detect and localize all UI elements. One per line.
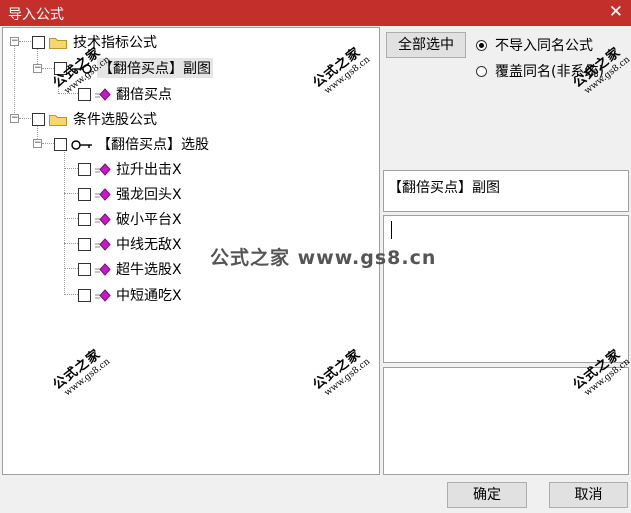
note-box — [383, 367, 629, 475]
cancel-button[interactable]: 取消 — [549, 482, 628, 508]
tree-line — [42, 68, 54, 69]
collapse-icon[interactable]: − — [10, 37, 19, 46]
tree-item-label: 拉升出击X — [116, 162, 182, 178]
tree-item-label: 中线无敌X — [116, 237, 182, 253]
tree-item-subformula[interactable]: 拉升出击X — [78, 158, 182, 180]
gem-icon — [95, 212, 111, 226]
checkbox[interactable] — [78, 262, 91, 276]
text-caret — [391, 221, 392, 239]
tree-item-label: 【翻倍买点】选股 — [97, 137, 209, 153]
tree-item-subformula[interactable]: 超牛选股X — [78, 258, 182, 280]
checkbox[interactable] — [78, 237, 91, 251]
checkbox[interactable] — [78, 187, 91, 201]
checkbox[interactable] — [54, 137, 67, 151]
radio-overwrite-same-name[interactable]: 覆盖同名(非系统) — [476, 61, 604, 81]
gem-icon — [95, 162, 111, 176]
tree-line — [64, 268, 78, 269]
tree-item-formula[interactable]: 【翻倍买点】副图 — [54, 57, 213, 79]
description-textarea[interactable] — [383, 215, 629, 363]
tree-line — [64, 218, 78, 219]
checkbox[interactable] — [32, 112, 45, 126]
radio-dot[interactable] — [476, 39, 487, 51]
tree-item-label: 中短通吃X — [116, 288, 182, 304]
tree-item-label: 【翻倍买点】副图 — [97, 58, 213, 78]
checkbox[interactable] — [78, 288, 91, 302]
gem-icon — [95, 87, 111, 101]
key-icon — [71, 138, 93, 151]
tree-line — [64, 294, 78, 295]
tree-item-group1[interactable]: 技术指标公式 — [32, 31, 157, 53]
window-title: 导入公式 — [8, 7, 64, 23]
checkbox[interactable] — [54, 61, 67, 75]
tree-line — [64, 150, 65, 295]
tree-item-label: 破小平台X — [116, 212, 182, 228]
radio-skip-same-name[interactable]: 不导入同名公式 — [476, 35, 593, 55]
checkbox[interactable] — [78, 87, 91, 101]
tree-line — [58, 93, 78, 94]
gem-icon — [95, 187, 111, 201]
tree-line — [19, 41, 33, 42]
tree-item-label: 超牛选股X — [116, 262, 182, 278]
folder-icon — [49, 113, 67, 126]
formula-name-box: 【翻倍买点】副图 — [383, 170, 629, 212]
key-icon — [71, 62, 93, 75]
tree-item-label: 翻倍买点 — [116, 87, 172, 103]
tree-line — [64, 193, 78, 194]
collapse-icon[interactable]: − — [33, 64, 42, 73]
tree-item-subformula[interactable]: 中短通吃X — [78, 284, 182, 306]
tree-item-subformula[interactable]: 强龙回头X — [78, 183, 182, 205]
close-icon[interactable]: ✕ — [609, 2, 623, 22]
radio-label: 覆盖同名(非系统) — [495, 64, 604, 80]
tree-item-formula[interactable]: 【翻倍买点】选股 — [54, 133, 209, 155]
tree-line — [64, 243, 78, 244]
collapse-icon[interactable]: − — [33, 139, 42, 148]
tree-item-label: 条件选股公式 — [73, 112, 157, 128]
tree-item-label: 强龙回头X — [116, 187, 182, 203]
tree-item-label: 技术指标公式 — [73, 35, 157, 51]
tree-item-subformula[interactable]: 中线无敌X — [78, 233, 182, 255]
checkbox[interactable] — [78, 162, 91, 176]
formula-name-text: 【翻倍买点】副图 — [388, 180, 500, 196]
tree-line — [64, 168, 78, 169]
gem-icon — [95, 262, 111, 276]
center-watermark: 公式之家 www.gs8.cn — [210, 247, 437, 269]
title-bar: 导入公式 ✕ — [0, 0, 631, 26]
select-all-button[interactable]: 全部选中 — [386, 32, 466, 58]
tree-line — [42, 143, 54, 144]
ok-button[interactable]: 确定 — [447, 482, 527, 508]
radio-dot[interactable] — [476, 65, 487, 77]
tree-item-subformula[interactable]: 翻倍买点 — [78, 83, 172, 105]
checkbox[interactable] — [32, 35, 45, 49]
tree-line — [19, 118, 33, 119]
tree-item-group2[interactable]: 条件选股公式 — [32, 108, 157, 130]
tree-item-subformula[interactable]: 破小平台X — [78, 208, 182, 230]
checkbox[interactable] — [78, 212, 91, 226]
folder-icon — [49, 36, 67, 49]
tree-line — [14, 41, 15, 119]
radio-label: 不导入同名公式 — [495, 38, 593, 54]
gem-icon — [95, 288, 111, 302]
collapse-icon[interactable]: − — [10, 114, 19, 123]
gem-icon — [95, 237, 111, 251]
